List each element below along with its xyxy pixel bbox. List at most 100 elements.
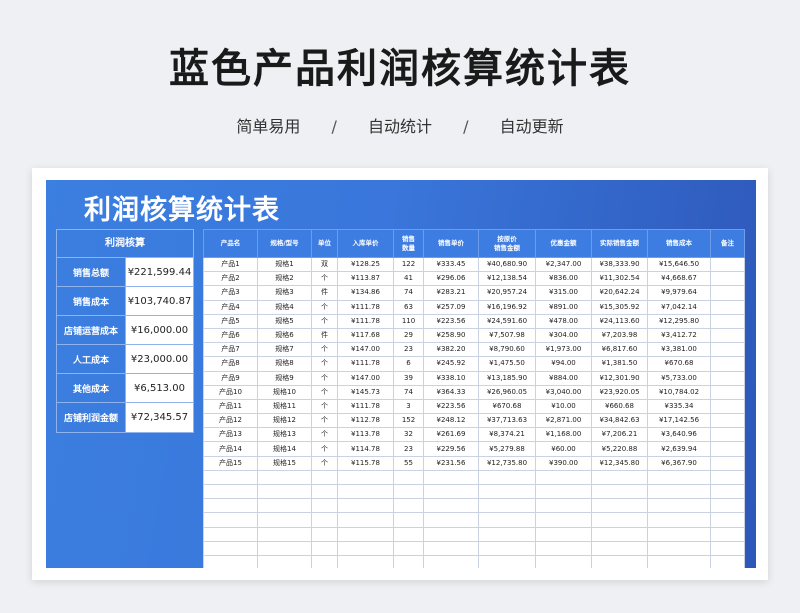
empty-cell[interactable] bbox=[257, 483, 312, 500]
table-cell[interactable]: 产品5 bbox=[203, 313, 258, 329]
table-cell[interactable]: ¥17,142.56 bbox=[647, 413, 711, 429]
table-cell[interactable]: 152 bbox=[393, 413, 424, 429]
table-cell[interactable]: ¥7,203.98 bbox=[591, 327, 648, 344]
table-cell[interactable]: ¥3,640.96 bbox=[647, 427, 711, 443]
empty-cell[interactable] bbox=[478, 526, 536, 542]
empty-cell[interactable] bbox=[478, 469, 536, 486]
table-cell[interactable]: 个 bbox=[311, 342, 338, 358]
table-cell[interactable]: ¥333.45 bbox=[423, 256, 479, 273]
table-cell[interactable]: ¥335.34 bbox=[647, 398, 711, 415]
empty-cell[interactable] bbox=[311, 498, 338, 514]
table-cell[interactable]: ¥128.25 bbox=[337, 256, 394, 273]
table-cell[interactable]: ¥478.00 bbox=[535, 313, 592, 329]
empty-cell[interactable] bbox=[591, 526, 648, 542]
empty-cell[interactable] bbox=[393, 469, 424, 486]
empty-cell[interactable] bbox=[337, 540, 394, 556]
table-cell[interactable]: 规格9 bbox=[257, 370, 312, 386]
table-cell[interactable]: 规格7 bbox=[257, 342, 312, 358]
empty-cell[interactable] bbox=[591, 540, 648, 556]
table-cell[interactable]: ¥38,333.90 bbox=[591, 256, 648, 273]
table-cell[interactable]: 个 bbox=[311, 441, 338, 457]
empty-cell[interactable] bbox=[535, 469, 592, 486]
table-cell[interactable]: ¥12,735.80 bbox=[478, 455, 536, 471]
empty-cell[interactable] bbox=[203, 469, 258, 486]
table-cell[interactable] bbox=[710, 271, 745, 287]
table-cell[interactable]: ¥258.90 bbox=[423, 327, 479, 344]
table-cell[interactable]: ¥111.78 bbox=[337, 356, 394, 372]
table-cell[interactable]: 规格6 bbox=[257, 327, 312, 344]
table-cell[interactable]: 产品11 bbox=[203, 398, 258, 415]
empty-cell[interactable] bbox=[393, 512, 424, 528]
table-cell[interactable]: ¥11,302.54 bbox=[591, 271, 648, 287]
table-cell[interactable] bbox=[710, 256, 745, 273]
empty-cell[interactable] bbox=[478, 540, 536, 556]
table-cell[interactable]: ¥6,367.90 bbox=[647, 455, 711, 471]
empty-cell[interactable] bbox=[203, 498, 258, 514]
table-cell[interactable]: 39 bbox=[393, 370, 424, 386]
table-cell[interactable]: 产品13 bbox=[203, 427, 258, 443]
table-cell[interactable]: ¥338.10 bbox=[423, 370, 479, 386]
empty-cell[interactable] bbox=[203, 554, 258, 568]
table-cell[interactable]: 产品6 bbox=[203, 327, 258, 344]
table-cell[interactable]: 产品9 bbox=[203, 370, 258, 386]
table-cell[interactable]: ¥15,646.50 bbox=[647, 256, 711, 273]
empty-cell[interactable] bbox=[311, 540, 338, 556]
empty-cell[interactable] bbox=[203, 483, 258, 500]
table-cell[interactable]: ¥7,206.21 bbox=[591, 427, 648, 443]
empty-cell[interactable] bbox=[535, 512, 592, 528]
table-cell[interactable]: ¥40,680.90 bbox=[478, 256, 536, 273]
empty-cell[interactable] bbox=[647, 512, 711, 528]
table-cell[interactable]: ¥390.00 bbox=[535, 455, 592, 471]
table-cell[interactable] bbox=[710, 342, 745, 358]
table-cell[interactable]: ¥223.56 bbox=[423, 313, 479, 329]
empty-cell[interactable] bbox=[337, 469, 394, 486]
table-cell[interactable]: 规格12 bbox=[257, 413, 312, 429]
table-cell[interactable]: ¥248.12 bbox=[423, 413, 479, 429]
table-cell[interactable]: ¥5,279.88 bbox=[478, 441, 536, 457]
table-cell[interactable]: 件 bbox=[311, 285, 338, 301]
table-cell[interactable]: 74 bbox=[393, 384, 424, 400]
table-cell[interactable]: 122 bbox=[393, 256, 424, 273]
empty-cell[interactable] bbox=[535, 554, 592, 568]
table-cell[interactable]: ¥94.00 bbox=[535, 356, 592, 372]
table-cell[interactable]: 规格10 bbox=[257, 384, 312, 400]
table-cell[interactable]: ¥8,374.21 bbox=[478, 427, 536, 443]
table-cell[interactable] bbox=[710, 413, 745, 429]
empty-cell[interactable] bbox=[311, 469, 338, 486]
table-cell[interactable]: ¥24,113.60 bbox=[591, 313, 648, 329]
table-cell[interactable]: 110 bbox=[393, 313, 424, 329]
table-cell[interactable]: ¥1,168.00 bbox=[535, 427, 592, 443]
table-cell[interactable]: ¥223.56 bbox=[423, 398, 479, 415]
empty-cell[interactable] bbox=[423, 526, 479, 542]
table-cell[interactable]: ¥117.68 bbox=[337, 327, 394, 344]
table-cell[interactable]: ¥60.00 bbox=[535, 441, 592, 457]
table-cell[interactable]: ¥147.00 bbox=[337, 370, 394, 386]
table-cell[interactable]: 3 bbox=[393, 398, 424, 415]
empty-cell[interactable] bbox=[423, 498, 479, 514]
table-cell[interactable]: ¥23,920.05 bbox=[591, 384, 648, 400]
empty-cell[interactable] bbox=[591, 469, 648, 486]
table-cell[interactable]: ¥1,973.00 bbox=[535, 342, 592, 358]
table-cell[interactable]: ¥8,790.60 bbox=[478, 342, 536, 358]
empty-cell[interactable] bbox=[710, 554, 745, 568]
table-cell[interactable]: 产品10 bbox=[203, 384, 258, 400]
empty-cell[interactable] bbox=[203, 526, 258, 542]
table-cell[interactable]: 产品3 bbox=[203, 285, 258, 301]
empty-cell[interactable] bbox=[591, 498, 648, 514]
table-cell[interactable]: ¥7,507.98 bbox=[478, 327, 536, 344]
empty-cell[interactable] bbox=[591, 512, 648, 528]
table-cell[interactable]: ¥113.87 bbox=[337, 271, 394, 287]
table-cell[interactable]: ¥1,475.50 bbox=[478, 356, 536, 372]
table-cell[interactable]: ¥382.20 bbox=[423, 342, 479, 358]
table-cell[interactable]: ¥304.00 bbox=[535, 327, 592, 344]
table-cell[interactable] bbox=[710, 313, 745, 329]
empty-cell[interactable] bbox=[311, 512, 338, 528]
empty-cell[interactable] bbox=[710, 526, 745, 542]
table-cell[interactable]: 个 bbox=[311, 384, 338, 400]
empty-cell[interactable] bbox=[478, 483, 536, 500]
table-cell[interactable]: 个 bbox=[311, 413, 338, 429]
empty-cell[interactable] bbox=[393, 554, 424, 568]
table-cell[interactable]: ¥7,042.14 bbox=[647, 299, 711, 315]
empty-cell[interactable] bbox=[257, 498, 312, 514]
empty-cell[interactable] bbox=[710, 540, 745, 556]
